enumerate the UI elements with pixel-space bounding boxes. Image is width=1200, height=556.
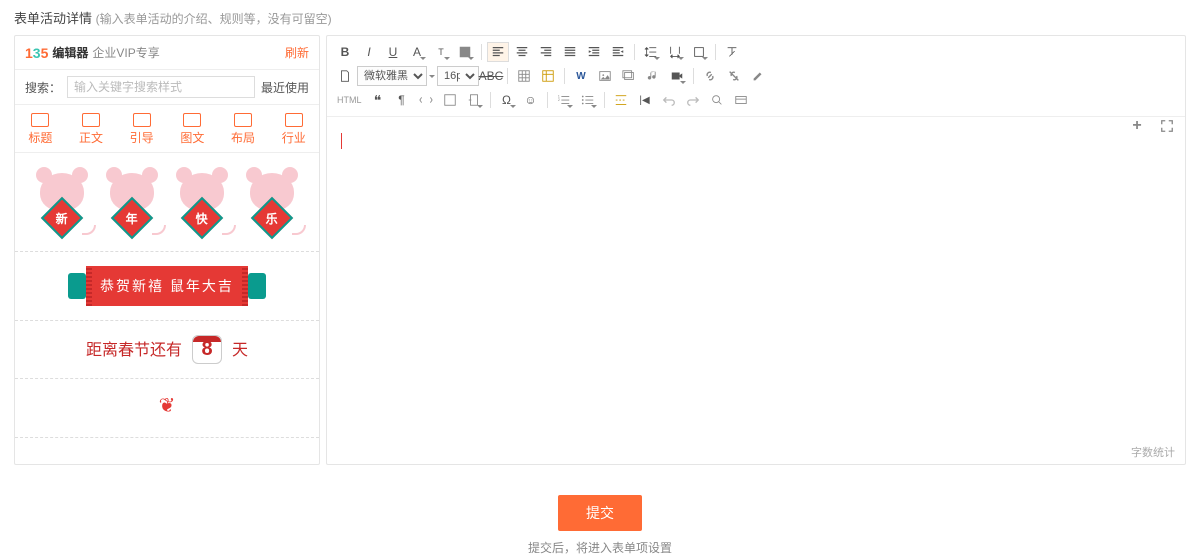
unordered-list-button[interactable] (577, 90, 599, 110)
category-tabs: 标题 正文 引导 图文 布局 行业 (15, 105, 319, 153)
font-size-button[interactable]: T (430, 42, 452, 62)
multi-image-button[interactable] (618, 66, 640, 86)
brush-button[interactable] (747, 66, 769, 86)
redo-button[interactable] (682, 90, 704, 110)
page-title: 表单活动详情 (14, 11, 92, 26)
new-doc-button[interactable] (334, 66, 356, 86)
code-button[interactable]: ¶ (391, 90, 413, 110)
align-justify-button[interactable] (559, 42, 581, 62)
align-right-button[interactable] (535, 42, 557, 62)
tab-image-text[interactable]: 图文 (167, 109, 218, 152)
editor-toolbar: B I U A T (327, 36, 1185, 117)
vip-badge: 企业VIP专享 (92, 44, 159, 61)
tab-body[interactable]: 正文 (66, 109, 117, 152)
pagebreak-button[interactable] (610, 90, 632, 110)
page-hint: (输入表单活动的介绍、规则等，没有可留空) (96, 12, 332, 26)
ordered-list-button[interactable]: 12 (553, 90, 575, 110)
align-left-button[interactable] (487, 42, 509, 62)
template-countdown[interactable]: 距离春节还有 8 天 (15, 321, 319, 379)
snippet-button[interactable] (415, 90, 437, 110)
indent-right-button[interactable] (607, 42, 629, 62)
insert-button[interactable] (463, 90, 485, 110)
template-decor[interactable]: ❦ (15, 379, 319, 438)
strikethrough-button[interactable]: ABC (480, 66, 502, 86)
underline-button[interactable]: U (382, 42, 404, 62)
font-size-select[interactable]: 16px (437, 66, 479, 86)
submit-button[interactable]: 提交 (558, 495, 642, 531)
italic-button[interactable]: I (358, 42, 380, 62)
video-button[interactable] (666, 66, 688, 86)
symbol-button[interactable]: Ω (496, 90, 518, 110)
font-color-button[interactable]: A (406, 42, 428, 62)
template-scroll-banner[interactable]: 恭贺新禧 鼠年大吉 (15, 252, 319, 321)
indent-left-button[interactable] (583, 42, 605, 62)
tab-layout[interactable]: 布局 (218, 109, 269, 152)
brand-name: 编辑器 (52, 44, 88, 61)
refresh-link[interactable]: 刷新 (285, 44, 309, 61)
word-count[interactable]: 字数统计 (1131, 444, 1175, 460)
rich-text-editor: B I U A T (326, 35, 1186, 465)
tab-title[interactable]: 标题 (15, 109, 66, 152)
brand-logo: 135 (25, 45, 48, 61)
font-family-select[interactable]: 微软雅黑 (357, 66, 427, 86)
emoji-button[interactable]: ☺ (520, 90, 542, 110)
align-center-button[interactable] (511, 42, 533, 62)
bg-color-button[interactable] (454, 42, 476, 62)
image-button[interactable] (594, 66, 616, 86)
tab-guide[interactable]: 引导 (116, 109, 167, 152)
recent-link[interactable]: 最近使用 (261, 79, 309, 96)
table-props-button[interactable] (537, 66, 559, 86)
template-button[interactable] (439, 90, 461, 110)
style-sidebar: 135 编辑器 企业VIP专享 刷新 搜索： 最近使用 标题 正文 引导 图文 … (14, 35, 320, 465)
html-button[interactable]: HTML (333, 95, 366, 105)
line-height-button[interactable] (640, 42, 662, 62)
tab-industry[interactable]: 行业 (268, 109, 319, 152)
bird-icon: ❦ (159, 393, 176, 418)
editor-canvas[interactable] (327, 117, 1185, 464)
link-button[interactable] (699, 66, 721, 86)
anchor-prev-button[interactable]: |◀ (634, 90, 656, 110)
svg-text:2: 2 (557, 98, 559, 102)
page-header: 表单活动详情 (输入表单活动的介绍、规则等，没有可留空) (0, 0, 1200, 35)
word-button[interactable]: W (570, 66, 592, 86)
letter-spacing-button[interactable] (664, 42, 686, 62)
search-input[interactable] (67, 76, 255, 98)
table-button[interactable] (513, 66, 535, 86)
unlink-button[interactable] (723, 66, 745, 86)
bold-button[interactable]: B (334, 42, 356, 62)
clear-format-button[interactable] (721, 42, 743, 62)
undo-button[interactable] (658, 90, 680, 110)
margin-button[interactable] (688, 42, 710, 62)
preview-button[interactable] (730, 90, 752, 110)
template-mice[interactable]: 新 年 快 乐 (15, 153, 319, 252)
submit-hint: 提交后，将进入表单项设置 (0, 539, 1200, 556)
music-button[interactable] (642, 66, 664, 86)
search-label: 搜索： (25, 79, 61, 96)
brand: 135 编辑器 企业VIP专享 (25, 44, 160, 61)
font-family-dropdown-icon[interactable] (428, 66, 436, 86)
template-list[interactable]: 新 年 快 乐 恭贺新禧 鼠年大吉 距离春节还有 (15, 153, 319, 465)
text-cursor (341, 133, 342, 149)
quote-button[interactable]: ❝ (367, 90, 389, 110)
find-button[interactable] (706, 90, 728, 110)
